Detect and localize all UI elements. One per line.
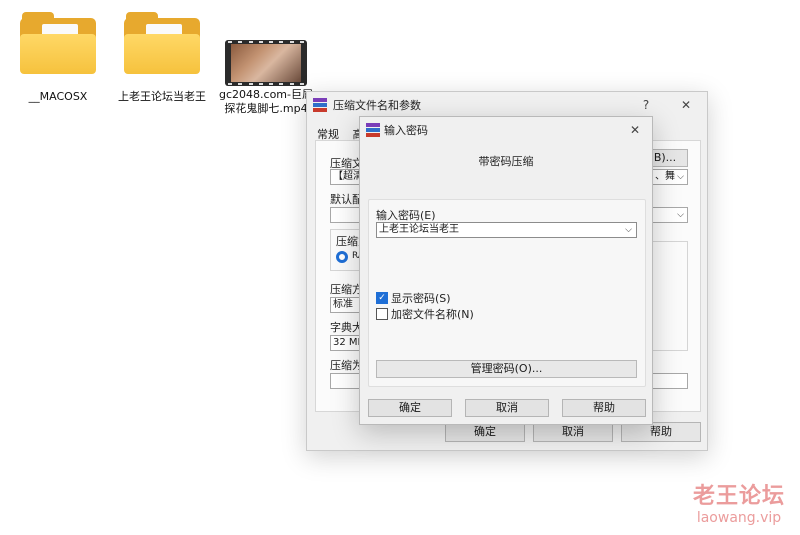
watermark-title: 老王论坛 [692,484,785,509]
options-groupbox [652,241,688,351]
desktop-icon-video[interactable]: gc2048.com-巨屌探花鬼脚七.mp4 [218,40,314,116]
ok-button[interactable]: 确定 [368,399,452,417]
dialog-title: 输入密码 [384,124,428,137]
close-icon[interactable]: ✕ [626,122,644,138]
show-password-checkbox[interactable]: ✓ [376,292,388,304]
encrypt-filenames-option[interactable]: 加密文件名称(N) [376,306,474,322]
video-thumbnail-icon [225,40,307,86]
desktop-icon-label: 上老王论坛当老王 [118,90,206,103]
cancel-button[interactable]: 取消 [533,422,613,442]
encrypt-filenames-checkbox[interactable] [376,308,388,320]
password-button-stub[interactable] [652,373,688,389]
update-mode-value: 、舞 [655,171,675,182]
desktop-icon-label: __MACOSX [28,90,88,103]
site-watermark: 老王论坛 laowang.vip [686,484,792,526]
close-icon[interactable]: ✕ [677,97,695,113]
desktop-icon-label: gc2048.com-巨屌探花鬼脚七.mp4 [219,88,313,115]
manage-passwords-button[interactable]: 管理密码(O)... [376,360,637,378]
winrar-logo-icon [366,123,380,137]
folder-icon [20,12,96,74]
winrar-logo-icon [313,98,327,112]
ok-button[interactable]: 确定 [445,422,525,442]
profile-combo[interactable]: ⌵ [652,207,688,223]
show-password-label: 显示密码(S) [391,292,451,305]
watermark-url: laowang.vip [696,510,782,526]
dialog-title: 压缩文件名和参数 [333,99,421,112]
help-button[interactable]: 帮助 [621,422,701,442]
help-button[interactable]: 帮助 [562,399,646,417]
dialog-subtitle: 带密码压缩 [478,155,534,168]
rar-radio[interactable] [336,251,348,263]
dialog-titlebar: 输入密码 ✕ [360,117,652,143]
help-icon[interactable]: ? [637,97,655,113]
show-password-option[interactable]: ✓ 显示密码(S) [376,290,451,306]
cancel-button[interactable]: 取消 [465,399,549,417]
password-input[interactable]: 上老王论坛当老王 ⌵ [376,222,637,238]
enter-password-dialog: 输入密码 ✕ 带密码压缩 输入密码(E) 上老王论坛当老王 ⌵ ✓ 显示密码(S… [359,116,653,425]
chevron-down-icon: ⌵ [677,210,684,220]
folder-icon [124,12,200,74]
password-value: 上老王论坛当老王 [379,224,459,235]
chevron-down-icon: ⌵ [677,172,684,182]
desktop-icon-macosx[interactable]: __MACOSX [10,12,106,104]
chevron-down-icon[interactable]: ⌵ [625,223,632,237]
password-label: 输入密码(E) [376,209,436,222]
dialog-titlebar: 压缩文件名和参数 ? ✕ [307,92,707,118]
update-mode-combo[interactable]: 、舞 ⌵ [652,169,688,185]
encrypt-filenames-label: 加密文件名称(N) [391,308,474,321]
desktop-icon-folder-laowang[interactable]: 上老王论坛当老王 [114,12,210,104]
